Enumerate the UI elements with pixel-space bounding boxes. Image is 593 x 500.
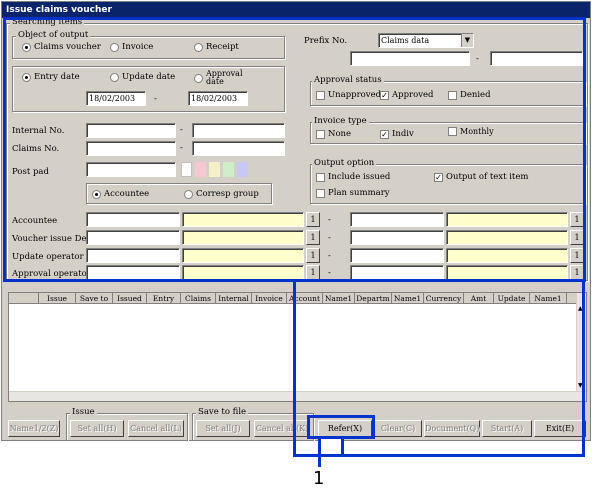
- issue-group-label: Issue: [70, 407, 97, 417]
- column-header[interactable]: Internal: [216, 293, 252, 304]
- callout-line: [318, 457, 321, 467]
- column-header[interactable]: Entry: [147, 293, 181, 304]
- table-header-select: [9, 293, 39, 304]
- name12-button[interactable]: Name1/2(Z): [8, 420, 60, 437]
- callout-number: 1: [313, 468, 325, 489]
- callout-bracket: [318, 439, 344, 457]
- column-header[interactable]: Claims: [181, 293, 216, 304]
- column-header[interactable]: Issued: [113, 293, 147, 304]
- refer-button-highlight: [307, 415, 375, 439]
- column-header[interactable]: Issue: [39, 293, 76, 304]
- save-to-file-label: Save to file: [196, 407, 249, 417]
- column-header[interactable]: Invoice: [252, 293, 287, 304]
- column-header[interactable]: Save to: [76, 293, 113, 304]
- search-area-highlight: [3, 17, 586, 282]
- issue-cancel-all-button[interactable]: Cancel all(L): [128, 420, 184, 437]
- window-title: Issue claims voucher: [2, 2, 590, 18]
- issue-set-all-button[interactable]: Set all(H): [70, 420, 124, 437]
- save-set-all-button[interactable]: Set all(J): [196, 420, 250, 437]
